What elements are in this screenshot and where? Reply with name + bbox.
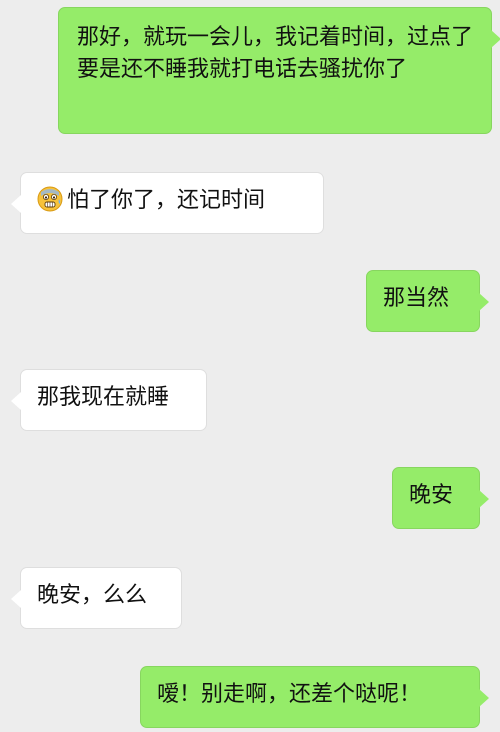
message-text: 嗳！别走啊，还差个哒呢！	[157, 682, 422, 707]
message-bubble-received[interactable]: 晚安，么么	[11, 567, 182, 629]
scared-face-icon	[37, 186, 63, 212]
message-bubble-received[interactable]: 那我现在就睡	[11, 369, 207, 431]
message-text: 怕了你了，还记时间	[67, 188, 266, 213]
message-bubble-received[interactable]: 怕了你了，还记时间	[11, 172, 324, 234]
chat-message-list: 那好，就玩一会儿，我记着时间，过点了要是还不睡我就打电话去骚扰你了 怕了你了，还…	[0, 0, 500, 732]
message-text: 晚安	[409, 483, 454, 508]
message-text: 那好，就玩一会儿，我记着时间，过点了要是还不睡我就打电话去骚扰你了	[77, 25, 474, 82]
message-bubble-sent[interactable]: 嗳！别走啊，还差个哒呢！	[140, 666, 489, 728]
message-text: 那当然	[383, 286, 450, 311]
message-text: 晚安，么么	[37, 583, 148, 608]
message-bubble-sent[interactable]: 那当然	[366, 270, 489, 332]
message-bubble-sent[interactable]: 那好，就玩一会儿，我记着时间，过点了要是还不睡我就打电话去骚扰你了	[58, 7, 500, 134]
message-text: 那我现在就睡	[37, 385, 170, 410]
message-bubble-sent[interactable]: 晚安	[392, 467, 489, 529]
